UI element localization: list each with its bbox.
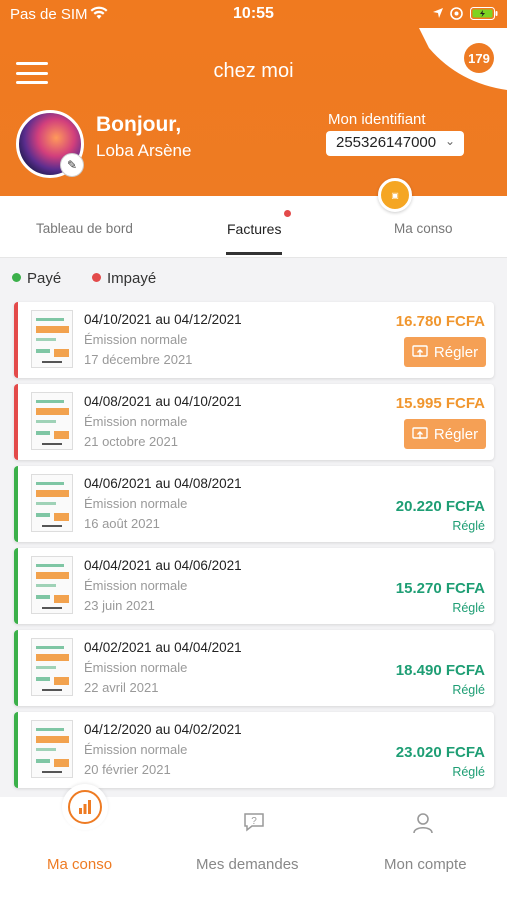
status-bar: Pas de SIM 10:55 [0, 0, 507, 28]
legend-unpaid: Impayé [92, 270, 156, 287]
paid-indicator [14, 630, 18, 706]
hotline-badge[interactable]: 179 [419, 28, 507, 90]
invoice-thumbnail [31, 638, 73, 696]
tab-dashboard[interactable]: Tableau de bord [36, 221, 133, 236]
nav-item-mon-compte[interactable]: Mon compte [384, 856, 467, 873]
invoice-date: 16 août 2021 [84, 516, 160, 531]
battery-icon [470, 7, 498, 20]
edit-avatar-icon[interactable]: ✎ [60, 153, 84, 177]
invoice-card[interactable]: 04/10/2021 au 04/12/2021 Émission normal… [14, 302, 494, 378]
greeting: Bonjour, [96, 113, 182, 136]
invoice-date: 20 février 2021 [84, 762, 171, 777]
unpaid-indicator [14, 302, 18, 378]
payment-icon [412, 427, 428, 439]
invoice-amount: 16.780 FCFA [395, 313, 485, 330]
invoice-card[interactable]: 04/04/2021 au 04/06/2021 Émission normal… [14, 548, 494, 624]
invoice-period: 04/04/2021 au 04/06/2021 [84, 558, 242, 573]
chevron-down-icon: ⌄ [444, 134, 455, 148]
invoice-period: 04/08/2021 au 04/10/2021 [84, 394, 242, 409]
invoice-thumbnail [31, 556, 73, 614]
invoice-period: 04/10/2021 au 04/12/2021 [84, 312, 242, 327]
invoice-date: 21 octobre 2021 [84, 434, 178, 449]
identifier-select[interactable]: 255326147000 ⌄ [326, 131, 464, 156]
invoice-status: Réglé [452, 765, 485, 779]
invoice-type: Émission normale [84, 578, 188, 593]
chat-question-icon[interactable]: ? [243, 812, 265, 832]
invoice-card[interactable]: 04/08/2021 au 04/10/2021 Émission normal… [14, 384, 494, 460]
invoice-card[interactable]: 04/12/2020 au 04/02/2021 Émission normal… [14, 712, 494, 788]
tab-bar: Tableau de bord Factures Ma conso [0, 196, 507, 258]
tab-invoices[interactable]: Factures [227, 221, 281, 237]
tab-conso[interactable]: Ma conso [394, 221, 453, 236]
invoice-thumbnail [31, 474, 73, 532]
invoice-type: Émission normale [84, 414, 188, 429]
clock: 10:55 [233, 5, 274, 22]
invoice-thumbnail [31, 392, 73, 450]
paid-indicator [14, 466, 18, 542]
invoice-card[interactable]: 04/02/2021 au 04/04/2021 Émission normal… [14, 630, 494, 706]
bar-chart-icon [79, 800, 91, 814]
invoice-status: Réglé [452, 683, 485, 697]
unpaid-dot-icon [92, 273, 101, 282]
conso-bubble-icon[interactable]: ▣ [378, 178, 412, 212]
identifier-label: Mon identifiant [328, 111, 426, 128]
invoice-card[interactable]: 04/06/2021 au 04/08/2021 Émission normal… [14, 466, 494, 542]
invoice-type: Émission normale [84, 496, 188, 511]
location-icon [433, 8, 443, 18]
nav-ma-conso-button[interactable] [62, 784, 108, 830]
invoice-date: 17 décembre 2021 [84, 352, 193, 367]
invoice-amount: 20.220 FCFA [395, 498, 485, 515]
invoice-status: Réglé [452, 601, 485, 615]
paid-indicator [14, 712, 18, 788]
paid-dot-icon [12, 273, 21, 282]
invoice-period: 04/12/2020 au 04/02/2021 [84, 722, 242, 737]
invoice-type: Émission normale [84, 660, 188, 675]
active-tab-indicator [226, 252, 282, 255]
notification-dot [284, 210, 291, 217]
paid-indicator [14, 548, 18, 624]
invoice-thumbnail [31, 310, 73, 368]
hotline-number: 179 [468, 51, 490, 66]
svg-text:?: ? [251, 816, 257, 827]
pay-button[interactable]: Régler [404, 337, 486, 367]
pay-button[interactable]: Régler [404, 419, 486, 449]
invoice-type: Émission normale [84, 332, 188, 347]
payment-icon [412, 345, 428, 357]
invoice-amount: 18.490 FCFA [395, 662, 485, 679]
app-header: Pas de SIM 10:55 chez moi 179 ✎ Bonjour,… [0, 0, 507, 196]
invoice-type: Émission normale [84, 742, 188, 757]
invoice-date: 22 avril 2021 [84, 680, 159, 695]
invoice-thumbnail [31, 720, 73, 778]
nav-item-ma-conso[interactable]: Ma conso [47, 856, 112, 873]
nav-item-mes-demandes[interactable]: Mes demandes [196, 856, 299, 873]
invoice-amount: 23.020 FCFA [395, 744, 485, 761]
invoice-status: Réglé [452, 519, 485, 533]
unpaid-indicator [14, 384, 18, 460]
invoice-period: 04/06/2021 au 04/08/2021 [84, 476, 242, 491]
invoice-date: 23 juin 2021 [84, 598, 155, 613]
invoice-amount: 15.995 FCFA [395, 395, 485, 412]
user-name: Loba Arsène [96, 141, 192, 160]
identifier-value: 255326147000 [336, 134, 437, 151]
alarm-icon [450, 7, 463, 20]
invoice-period: 04/02/2021 au 04/04/2021 [84, 640, 242, 655]
legend-paid: Payé [12, 270, 61, 287]
invoice-amount: 15.270 FCFA [395, 580, 485, 597]
user-icon[interactable] [412, 812, 434, 834]
